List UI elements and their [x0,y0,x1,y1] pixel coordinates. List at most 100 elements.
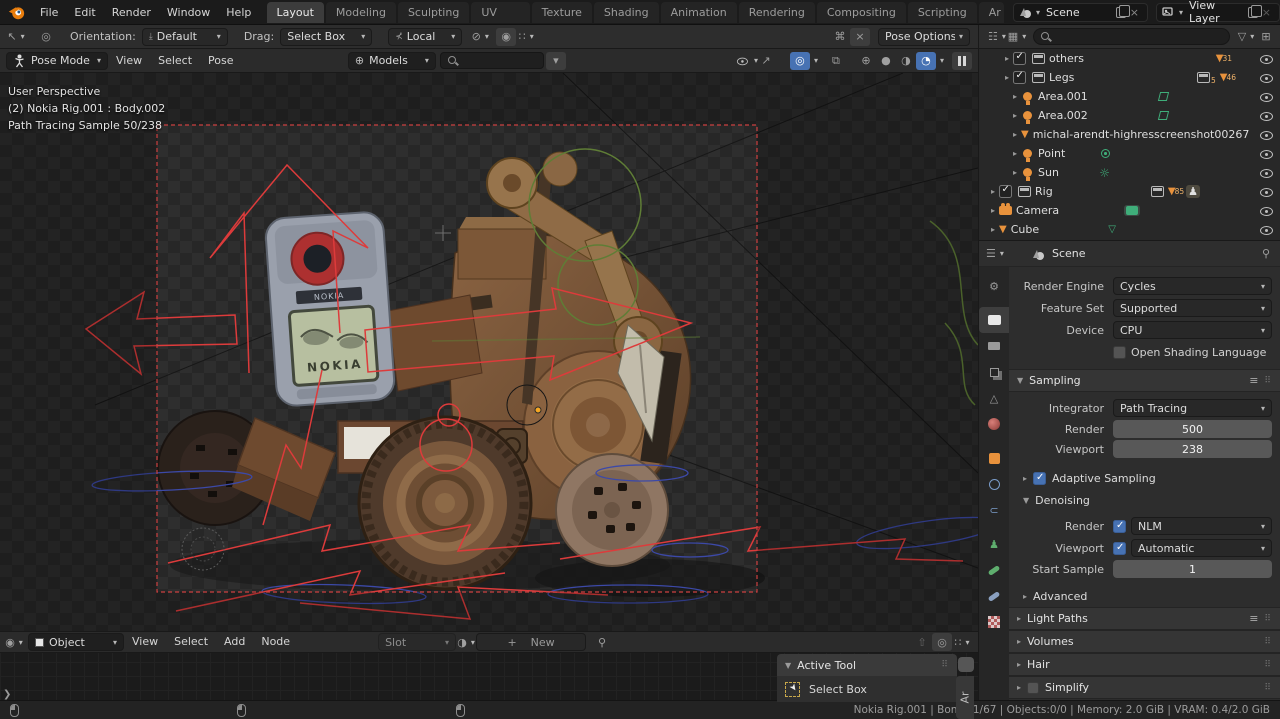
active-tool-select-box[interactable]: Select Box [777,676,957,702]
tab-bone[interactable] [979,557,1009,583]
pin-icon[interactable]: ⚲ [1256,245,1276,263]
denoise-viewport-dropdown[interactable]: Automatic▾ [1131,539,1272,557]
sun-light-data-icon[interactable]: ☼ [1099,168,1110,178]
pose-options-dropdown[interactable]: Pose Options▾ [878,28,970,46]
section-simplify[interactable]: ▸ Simplify⠿ [1009,676,1280,699]
collection-checkbox[interactable] [999,185,1012,198]
viewport-menu-view[interactable]: View [108,49,150,73]
outliner-row-area-002[interactable]: ▸ Area.002 [979,106,1280,125]
node-menu-add[interactable]: Add [216,631,253,653]
outliner-restriction-icon[interactable]: ▦▾ [1007,28,1027,46]
tab-tool[interactable]: ⚙ [979,273,1009,299]
shading-material-icon[interactable]: ◑ [896,52,916,70]
feature-set-dropdown[interactable]: Supported▾ [1113,299,1272,317]
device-dropdown[interactable]: CPU▾ [1113,321,1272,339]
workspace-tab-animation[interactable]: Animation [661,2,737,23]
samples-render-slider[interactable]: 500 [1113,420,1272,438]
workspace-tab-uv-editing[interactable]: UV Editing [471,2,529,23]
clear-keying-icon[interactable]: × [850,28,870,46]
gizmos-toggle-icon[interactable]: ↗ [756,52,776,70]
outliner-row-rig[interactable]: ▸ Rig ▼85 ♟ [979,182,1280,201]
presets-icon[interactable]: ≡ [1249,612,1258,625]
pause-render-button[interactable] [952,52,972,70]
new-scene-icon[interactable] [1116,7,1126,18]
viewport-canvas[interactable]: NOKIA NOKIA [0,73,978,631]
advanced-toggle[interactable]: ▸Advanced [1009,585,1280,607]
asset-search-input[interactable] [440,52,544,69]
osl-checkbox[interactable] [1113,346,1126,359]
denoising-toggle[interactable]: ▼ Denoising [1009,489,1280,511]
scene-selector[interactable]: ▾ Scene × [1013,3,1148,22]
workspace-tab-rendering[interactable]: Rendering [739,2,815,23]
hide-eye-icon[interactable] [1258,90,1274,104]
node-scroll-nub[interactable] [958,657,974,672]
shading-rendered-icon[interactable]: ◔ [916,52,936,70]
adaptive-sampling-checkbox[interactable] [1033,472,1046,485]
tab-bone-constraints[interactable] [979,583,1009,609]
material-sphere-icon[interactable]: ◑▾ [456,633,476,651]
pin-icon[interactable]: ⚲ [592,633,612,651]
tab-world[interactable] [979,411,1009,437]
hide-eye-icon[interactable] [1258,166,1274,180]
add-view-layer-icon[interactable] [1248,7,1258,18]
view-layer-selector[interactable]: ▾ View Layer × [1156,3,1280,22]
falloff-icon[interactable]: ∷▾ [516,28,536,46]
shading-chevron[interactable]: ▾ [940,56,944,65]
collection-checkbox[interactable] [1013,71,1026,84]
outliner-row-camera[interactable]: ▸ Camera [979,201,1280,220]
workspace-tab-truncated[interactable]: Ar [979,2,1004,23]
point-light-data-icon[interactable] [1101,149,1110,158]
start-sample-slider[interactable]: 1 [1113,560,1272,578]
node-menu-node[interactable]: Node [253,631,298,653]
tab-scene[interactable]: △ [979,385,1009,411]
hide-eye-icon[interactable] [1258,185,1274,199]
menu-edit[interactable]: Edit [66,0,103,25]
drag-dots-icon[interactable]: ⠿ [1264,637,1272,647]
proportional-edit-icon[interactable]: ◉ [496,28,516,46]
drag-dots-icon[interactable]: ⠿ [1264,376,1272,386]
workspace-tab-sculpting[interactable]: Sculpting [398,2,469,23]
shading-wireframe-icon[interactable]: ⊕ [856,52,876,70]
go-parent-node-icon[interactable]: ⇧ [912,633,932,651]
new-collection-icon[interactable]: ⊞ [1256,28,1276,46]
viewport-menu-pose[interactable]: Pose [200,49,241,73]
drag-dots-icon[interactable]: ⠿ [1264,660,1272,670]
adaptive-sampling-toggle[interactable]: ▸ Adaptive Sampling [1009,467,1280,489]
new-material-button[interactable]: +New [476,633,586,651]
active-tool-panel-header[interactable]: ▼ Active Tool ⠿ [777,654,957,676]
camera-data-icon[interactable] [1124,205,1140,216]
outliner-row-cube[interactable]: ▸ ▼ Cube ▽ [979,220,1280,239]
hide-eye-icon[interactable] [1258,71,1274,85]
viewport-menu-select[interactable]: Select [150,49,200,73]
workspace-tab-modeling[interactable]: Modeling [326,2,396,23]
workspace-tab-shading[interactable]: Shading [594,2,659,23]
denoise-viewport-checkbox[interactable] [1113,542,1126,555]
drag-dots-icon[interactable]: ⠿ [1264,683,1272,693]
hide-eye-icon[interactable] [1258,52,1274,66]
tab-object-data[interactable]: ♟ [979,531,1009,557]
pivot-dropdown[interactable]: ⊀ Local▾ [388,28,462,46]
outliner-row-legs[interactable]: ▸ Legs 5 ▼46 [979,68,1280,87]
shading-solid-icon[interactable]: ● [876,52,896,70]
outliner-row-screenshot-mesh[interactable]: ▸ ▼ michal-arendt-highresscreenshot00267 [979,125,1280,144]
workspace-tab-scripting[interactable]: Scripting [908,2,977,23]
tab-render[interactable] [979,307,1009,333]
denoise-render-dropdown[interactable]: NLM▾ [1131,517,1272,535]
outliner-row-area-001[interactable]: ▸ Area.001 [979,87,1280,106]
tab-physics[interactable] [979,471,1009,497]
outliner-row-others[interactable]: ▸ others ▼31 [979,49,1280,68]
tab-output[interactable] [979,333,1009,359]
workspace-tab-layout[interactable]: Layout [267,2,324,23]
integrator-dropdown[interactable]: Path Tracing▾ [1113,399,1272,417]
keying-icon[interactable]: ⌘ [830,28,850,46]
overlays-toggle-icon[interactable]: ◎ [790,52,810,70]
proportional-edit-icon[interactable]: ◎ [932,633,952,651]
outliner-display-mode-icon[interactable]: ☷▾ [987,28,1007,46]
sidebar-tab[interactable]: Ar [956,676,974,719]
snap-icon[interactable]: ⊘▾ [470,28,490,46]
hide-eye-icon[interactable] [1258,128,1274,142]
drag-dropdown[interactable]: Select Box▾ [280,28,372,46]
view-layer-name[interactable]: View Layer [1183,0,1248,25]
mode-dropdown[interactable]: Pose Mode▾ [6,52,108,70]
hide-eye-icon[interactable] [1258,147,1274,161]
